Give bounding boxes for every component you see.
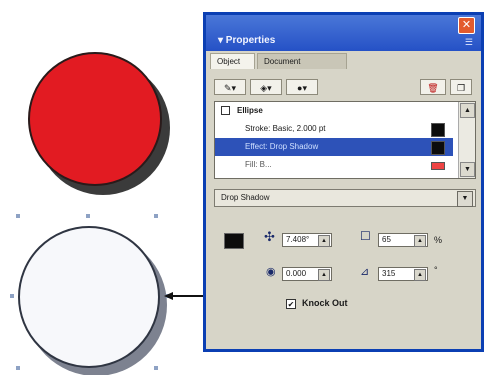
pen-icon[interactable]: ✎▾ [214,79,246,95]
trash-icon[interactable]: 🗑 [420,79,446,95]
softness-field[interactable]: 315 ▲ [378,267,428,281]
selection-handle-bottom-right[interactable] [154,366,158,370]
selection-handle-top-right[interactable] [154,214,158,218]
selection-handle-mid-left[interactable] [10,294,14,298]
effect-label: Effect: Drop Shadow [245,142,319,151]
knock-out-checkbox[interactable]: ✔ [286,299,296,309]
distance-icon: ✣ [264,229,275,244]
tab-object[interactable]: Object [210,53,255,69]
tab-document[interactable]: Document [257,53,347,69]
white-ellipse-knocked-out[interactable] [18,226,160,368]
distance-spin-icon[interactable]: ▲ [318,269,330,281]
selection-handle-top-mid[interactable] [86,214,90,218]
softness-icon: ◉ [266,266,276,278]
partial-row-label: Fill: B... [245,160,272,169]
effect-color-swatch[interactable] [431,141,445,155]
list-scrollbar[interactable]: ▲ ▼ [458,102,475,178]
attributes-toolbar: ✎▾ ◈▾ ●▾ 🗑 ❐ [214,79,476,97]
panel-title-bar[interactable]: ✕ ▾ Properties ☰ [206,15,481,51]
softness-spin-icon[interactable]: ▲ [414,269,426,281]
knock-out-label: Knock Out [302,298,348,308]
properties-panel: ✕ ▾ Properties ☰ Object Document ✎▾ ◈▾ ●… [203,12,484,352]
selection-handle-bottom-left[interactable] [16,366,20,370]
softness-unit: ° [434,265,438,275]
angle-spin-icon[interactable]: ▲ [318,235,330,247]
panel-menu-icon[interactable]: ☰ [465,37,473,48]
selection-handle-top-left[interactable] [16,214,20,218]
list-item[interactable]: Fill: B... [215,156,453,174]
red-ellipse[interactable] [28,52,162,186]
panel-title[interactable]: ▾ Properties [218,35,275,46]
effect-type-value: Drop Shadow [221,193,270,202]
opacity-spin-icon[interactable]: ▲ [414,235,426,247]
softness-value: 315 [382,269,396,278]
angle-value: 7.408° [286,235,310,244]
opacity-icon: ☐ [360,229,371,243]
object-name: Ellipse [237,106,263,115]
effect-type-dropdown[interactable]: Drop Shadow ▼ [214,189,476,207]
attributes-list: Ellipse Stroke: Basic, 2.000 pt Effect: … [214,101,476,179]
list-item[interactable]: Ellipse [215,102,453,120]
list-item[interactable]: Stroke: Basic, 2.000 pt [215,120,453,138]
angle-field[interactable]: 7.408° ▲ [282,233,332,247]
copy-icon[interactable]: ❐ [450,79,472,95]
distance-field[interactable]: 0.000 ▲ [282,267,332,281]
opacity-field[interactable]: 65 ▲ [378,233,428,247]
drop-shadow-settings: ✣ 7.408° ▲ ☐ 65 ▲ % ◉ 0.000 ▲ ⊿ 315 ▲ ° … [214,215,476,350]
collapse-icon[interactable] [221,106,230,115]
effects-icon[interactable]: ●▾ [286,79,318,95]
close-icon[interactable]: ✕ [458,17,475,34]
panel-tabs: Object Document [210,53,470,69]
list-item-selected[interactable]: Effect: Drop Shadow [215,138,453,156]
distance-value: 0.000 [286,269,307,278]
scroll-down-icon[interactable]: ▼ [460,162,475,177]
opacity-unit: % [434,235,443,245]
angle-icon: ⊿ [360,266,370,278]
fill-color-swatch[interactable] [431,162,445,170]
chevron-down-icon[interactable]: ▼ [457,191,473,207]
shadow-color-well[interactable] [224,233,244,249]
bucket-icon[interactable]: ◈▾ [250,79,282,95]
scroll-up-icon[interactable]: ▲ [460,103,475,118]
opacity-value: 65 [382,235,391,244]
stroke-color-swatch[interactable] [431,123,445,137]
knock-out-option[interactable]: ✔ Knock Out [286,297,386,311]
stroke-label: Stroke: Basic, 2.000 pt [245,124,326,133]
